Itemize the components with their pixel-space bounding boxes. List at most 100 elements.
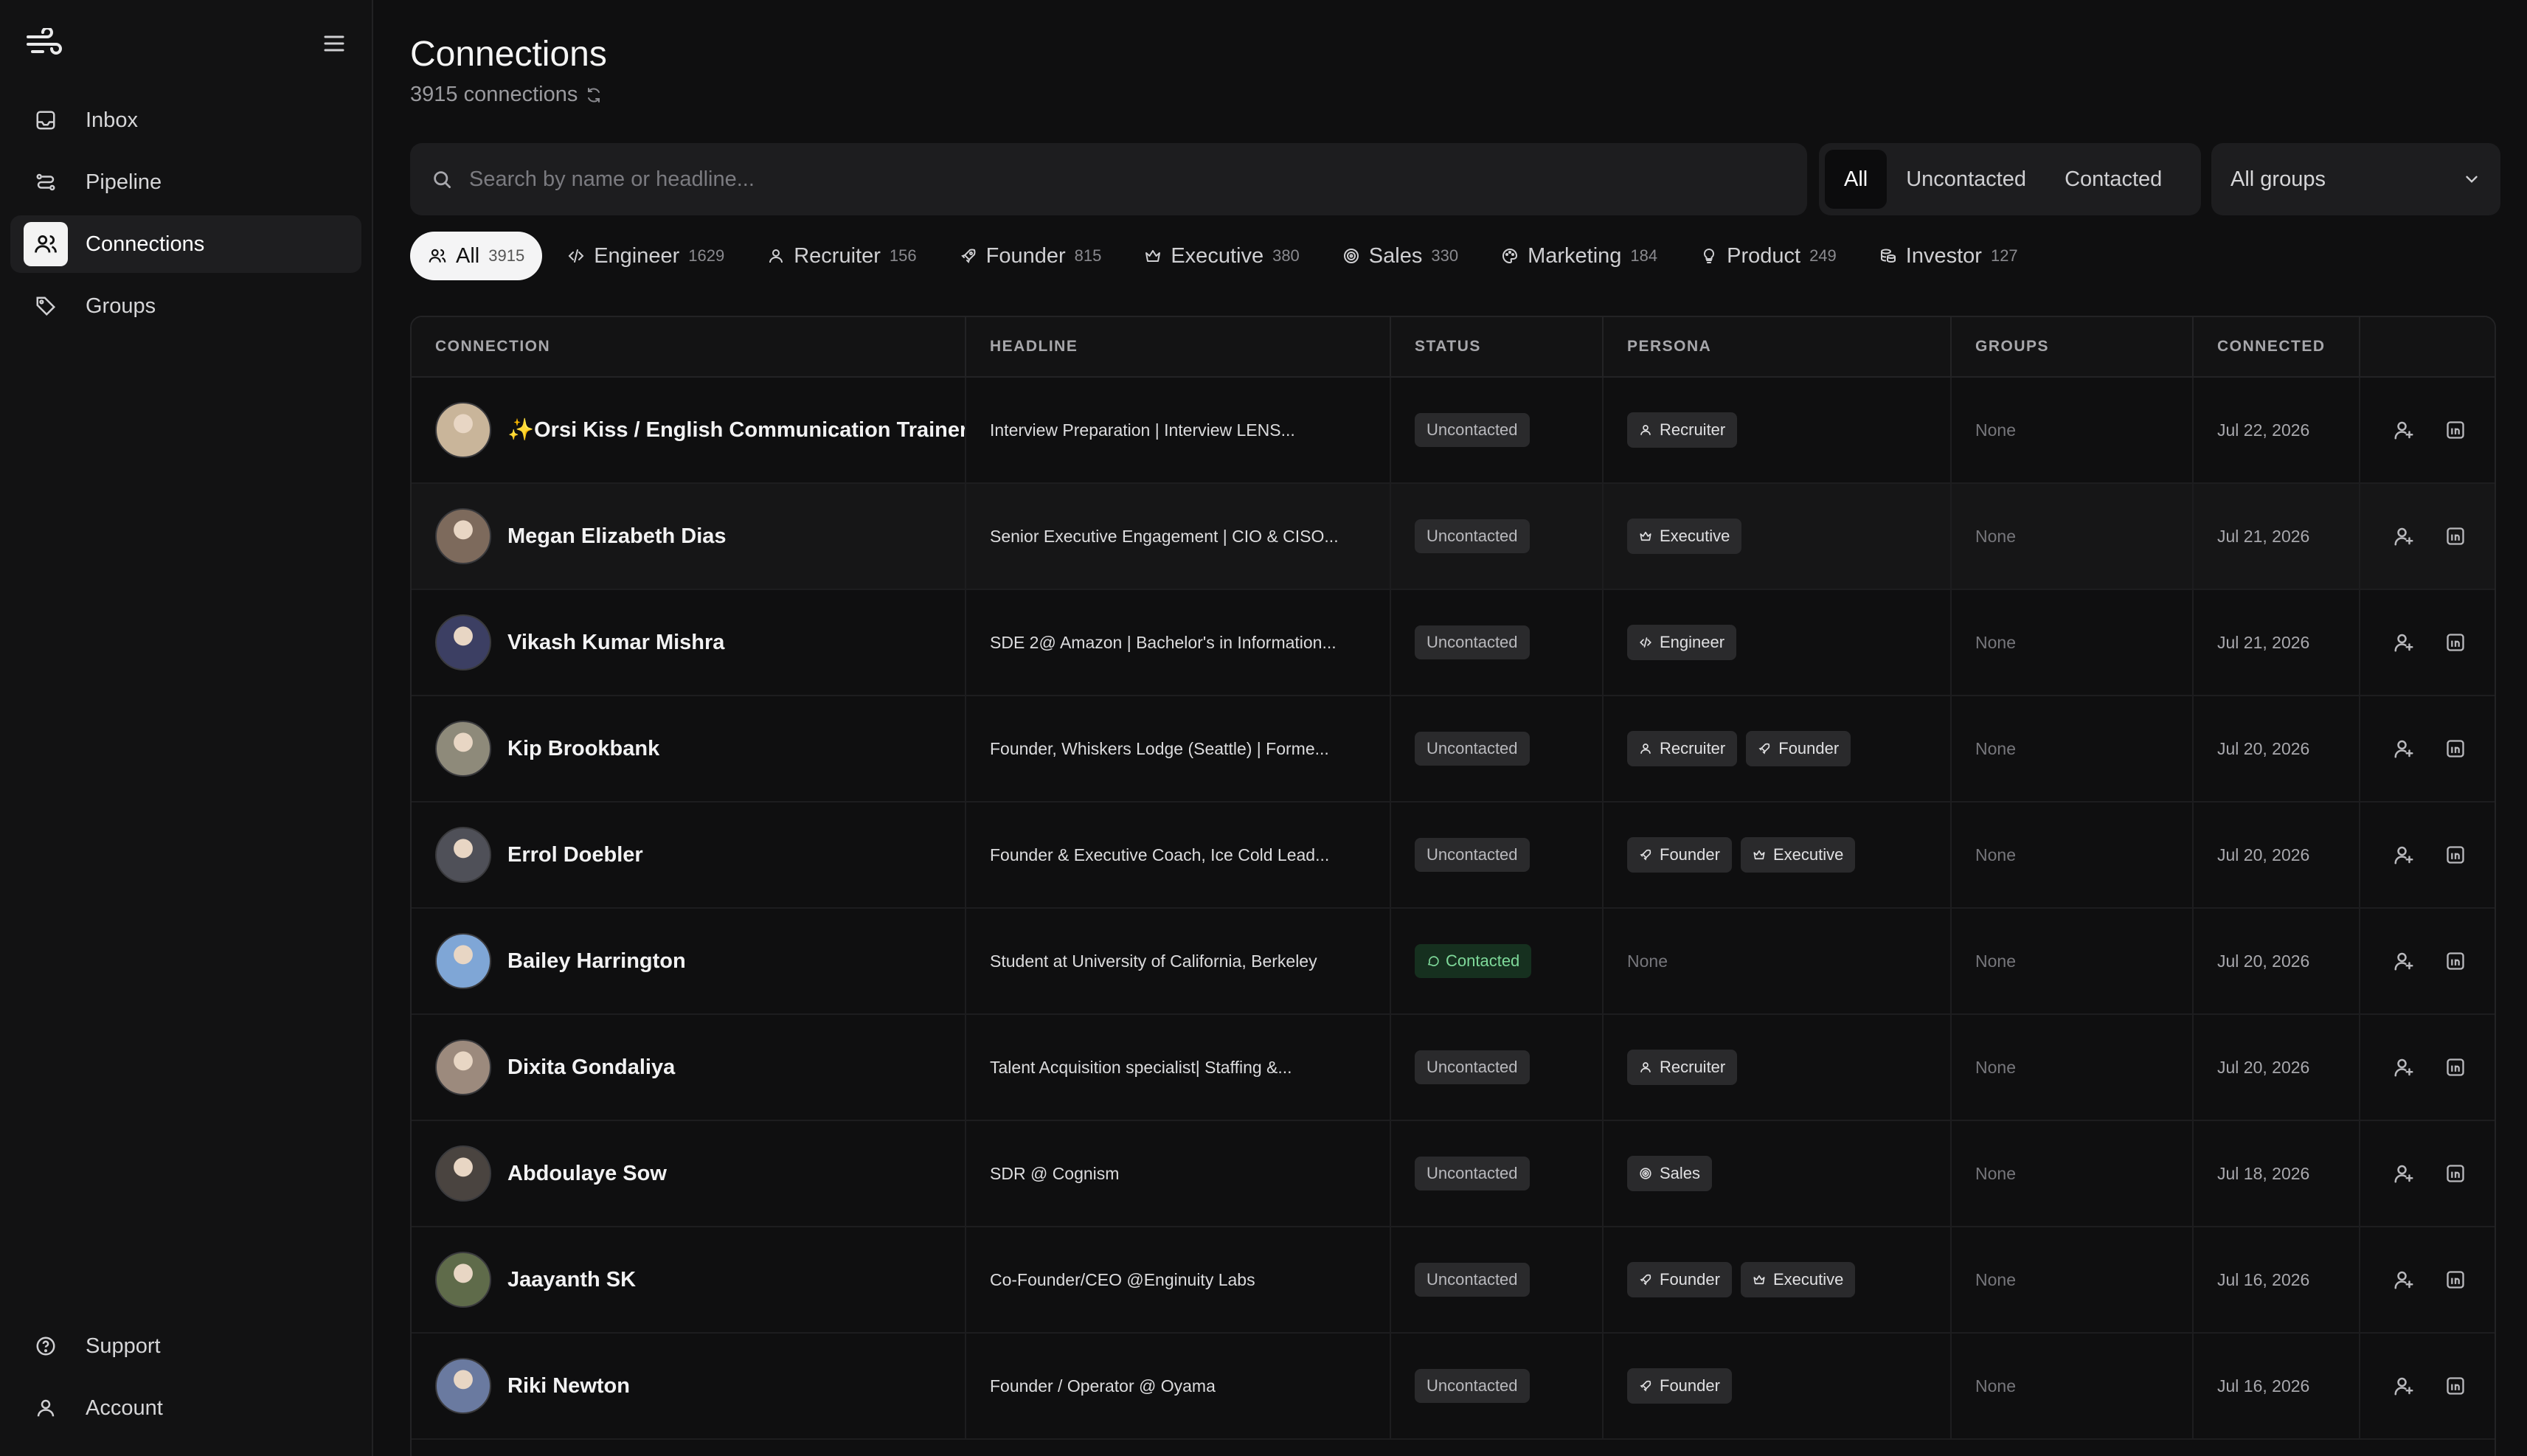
persona-chip-product[interactable]: Product 249 xyxy=(1682,232,1854,280)
status-filter-uncontacted[interactable]: Uncontacted xyxy=(1887,150,2045,209)
column-header-headline[interactable]: HEADLINE xyxy=(966,317,1391,376)
connection-name[interactable]: Megan Elizabeth Dias xyxy=(507,524,727,549)
table-row[interactable]: Riki Newton Founder / Operator @ Oyama U… xyxy=(412,1334,2495,1440)
sidebar-item-pipeline[interactable]: Pipeline xyxy=(10,153,361,211)
avatar[interactable] xyxy=(435,1039,491,1095)
cell-connected: Jul 16, 2026 xyxy=(2194,1334,2360,1438)
refresh-icon[interactable] xyxy=(585,86,603,104)
add-to-group-icon[interactable] xyxy=(2391,524,2416,549)
target-icon xyxy=(1342,247,1360,265)
avatar[interactable] xyxy=(435,402,491,458)
table-row[interactable]: Bailey Harrington Student at University … xyxy=(412,909,2495,1015)
status-filter-all[interactable]: All xyxy=(1825,150,1888,209)
persona-chip-investor[interactable]: Investor 127 xyxy=(1862,232,2036,280)
linkedin-icon[interactable] xyxy=(2443,842,2468,867)
connection-name[interactable]: Bailey Harrington xyxy=(507,949,686,974)
sidebar-item-support[interactable]: Support xyxy=(10,1317,361,1375)
cell-headline: Founder, Whiskers Lodge (Seattle) | Form… xyxy=(966,696,1391,801)
add-to-group-icon[interactable] xyxy=(2391,1373,2416,1398)
sidebar-item-inbox[interactable]: Inbox xyxy=(10,91,361,149)
persona-chip-executive[interactable]: Executive 380 xyxy=(1126,232,1317,280)
cell-status: Uncontacted xyxy=(1391,1334,1604,1438)
cell-groups: None xyxy=(1952,1334,2194,1438)
linkedin-icon[interactable] xyxy=(2443,1267,2468,1292)
add-to-group-icon[interactable] xyxy=(2391,1267,2416,1292)
column-header-groups[interactable]: GROUPS xyxy=(1952,317,2194,376)
add-to-group-icon[interactable] xyxy=(2391,736,2416,761)
crown-icon xyxy=(1639,530,1652,543)
column-header-status[interactable]: STATUS xyxy=(1391,317,1604,376)
groups-value: None xyxy=(1975,738,2016,758)
linkedin-icon[interactable] xyxy=(2443,417,2468,443)
table-row[interactable]: Dixita Gondaliya Talent Acquisition spec… xyxy=(412,1015,2495,1121)
linkedin-icon[interactable] xyxy=(2443,1055,2468,1080)
persona-chip-recruiter[interactable]: Recruiter 156 xyxy=(749,232,934,280)
groups-value: None xyxy=(1975,1269,2016,1289)
connection-name[interactable]: Vikash Kumar Mishra xyxy=(507,631,724,655)
add-to-group-icon[interactable] xyxy=(2391,949,2416,974)
cell-actions xyxy=(2360,378,2495,482)
chip-label: Product xyxy=(1727,243,1801,268)
column-header-persona[interactable]: PERSONA xyxy=(1604,317,1952,376)
avatar[interactable] xyxy=(435,508,491,564)
linkedin-icon[interactable] xyxy=(2443,1373,2468,1398)
cell-status: Uncontacted xyxy=(1391,1121,1604,1226)
search-input[interactable] xyxy=(469,167,1649,192)
table-row[interactable]: ✨Orsi Kiss / English Communication Train… xyxy=(412,378,2495,484)
persona-chip-sales[interactable]: Sales 330 xyxy=(1325,232,1476,280)
status-badge-label: Uncontacted xyxy=(1427,1058,1518,1076)
table-row[interactable]: Megan Elizabeth Dias Senior Executive En… xyxy=(412,484,2495,590)
table-row[interactable]: Errol Doebler Founder & Executive Coach,… xyxy=(412,802,2495,909)
linkedin-icon[interactable] xyxy=(2443,630,2468,655)
avatar[interactable] xyxy=(435,1358,491,1414)
add-to-group-icon[interactable] xyxy=(2391,1161,2416,1186)
linkedin-icon[interactable] xyxy=(2443,949,2468,974)
persona-chip-engineer[interactable]: Engineer 1629 xyxy=(550,232,742,280)
connection-name[interactable]: Dixita Gondaliya xyxy=(507,1055,675,1080)
add-to-group-icon[interactable] xyxy=(2391,630,2416,655)
sidebar-item-groups[interactable]: Groups xyxy=(10,277,361,335)
cell-connected: Jul 20, 2026 xyxy=(2194,909,2360,1013)
cell-connected: Jul 20, 2026 xyxy=(2194,802,2360,907)
coins-icon xyxy=(1879,247,1897,265)
connected-date: Jul 20, 2026 xyxy=(2217,738,2310,758)
connection-name[interactable]: Jaayanth SK xyxy=(507,1268,636,1292)
column-header-connection[interactable]: CONNECTION xyxy=(412,317,966,376)
table-row[interactable]: Jaayanth SK Co-Founder/CEO @Enginuity La… xyxy=(412,1227,2495,1334)
sidebar-toggle-icon[interactable] xyxy=(322,31,347,56)
add-to-group-icon[interactable] xyxy=(2391,842,2416,867)
avatar[interactable] xyxy=(435,614,491,670)
connection-name[interactable]: Riki Newton xyxy=(507,1374,630,1398)
avatar[interactable] xyxy=(435,827,491,883)
connection-name[interactable]: ✨Orsi Kiss / English Communication Train… xyxy=(507,417,965,443)
persona-tag: Recruiter xyxy=(1627,1050,1738,1085)
connection-name[interactable]: Errol Doebler xyxy=(507,843,643,867)
avatar[interactable] xyxy=(435,933,491,989)
sidebar-item-connections[interactable]: Connections xyxy=(10,215,361,273)
add-to-group-icon[interactable] xyxy=(2391,417,2416,443)
persona-chip-marketing[interactable]: Marketing 184 xyxy=(1483,232,1675,280)
column-header-connected[interactable]: CONNECTED xyxy=(2194,317,2360,376)
cell-status: Uncontacted xyxy=(1391,802,1604,907)
connection-name[interactable]: Kip Brookbank xyxy=(507,737,659,761)
avatar[interactable] xyxy=(435,1252,491,1308)
groups-select[interactable]: All groups xyxy=(2211,143,2500,215)
table-row[interactable]: Abdoulaye Sow SDR @ Cognism Uncontacted … xyxy=(412,1121,2495,1227)
persona-tag: Founder xyxy=(1746,731,1851,766)
avatar[interactable] xyxy=(435,721,491,777)
status-filter-contacted[interactable]: Contacted xyxy=(2045,150,2181,209)
linkedin-icon[interactable] xyxy=(2443,1161,2468,1186)
table-row[interactable]: Kip Brookbank Founder, Whiskers Lodge (S… xyxy=(412,696,2495,802)
connection-name[interactable]: Abdoulaye Sow xyxy=(507,1162,667,1186)
persona-chip-all[interactable]: All 3915 xyxy=(410,232,543,280)
table-row[interactable]: Vikash Kumar Mishra SDE 2@ Amazon | Bach… xyxy=(412,590,2495,696)
app-logo-icon[interactable] xyxy=(25,28,63,60)
add-to-group-icon[interactable] xyxy=(2391,1055,2416,1080)
linkedin-icon[interactable] xyxy=(2443,524,2468,549)
sidebar-item-account[interactable]: Account xyxy=(10,1379,361,1437)
persona-chip-founder[interactable]: Founder 815 xyxy=(942,232,1120,280)
linkedin-icon[interactable] xyxy=(2443,736,2468,761)
connection-headline: SDE 2@ Amazon | Bachelor's in Informatio… xyxy=(990,632,1337,652)
avatar[interactable] xyxy=(435,1145,491,1202)
cell-actions xyxy=(2360,1334,2495,1438)
